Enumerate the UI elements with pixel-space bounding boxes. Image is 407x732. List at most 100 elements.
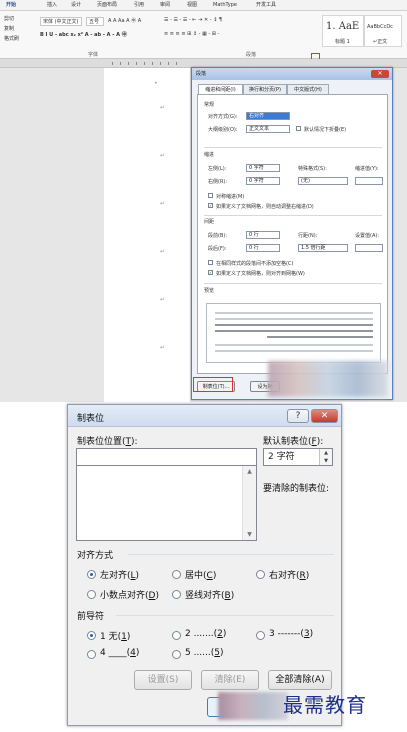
tab-references[interactable]: 引用	[134, 0, 144, 11]
paragraph-group-label: 段落	[246, 52, 257, 58]
font-style-icons[interactable]: B I U - abc x₂ x² A - ab - A - A ㊥	[40, 31, 127, 38]
tab-design[interactable]: 设计	[71, 0, 81, 11]
radio-leader-dashes[interactable]	[256, 631, 265, 640]
radio-align-decimal[interactable]	[87, 590, 96, 599]
indent-by-input[interactable]	[355, 177, 383, 185]
blurred-region	[218, 692, 288, 720]
radio-align-right[interactable]	[256, 570, 265, 579]
line-spacing-label: 行距(N):	[298, 233, 318, 239]
leader-middots-label[interactable]: 5 ......(5)	[185, 648, 224, 658]
no-space-checkbox[interactable]	[208, 260, 213, 265]
align-right-label[interactable]: 右对齐(R)	[269, 568, 309, 581]
stepper-arrows-icon[interactable]: ▲ ▼	[319, 449, 332, 465]
list-scrollbar[interactable]: ▲ ▼	[242, 466, 256, 540]
format-painter-button[interactable]: 格式刷	[4, 35, 19, 42]
font-grow-icon[interactable]: A A Aa A ㊥ A	[108, 17, 141, 24]
help-icon[interactable]: ?	[287, 409, 309, 423]
space-after-label: 段后(F):	[208, 246, 227, 252]
paragraph-mark: •	[154, 80, 158, 87]
cut-button[interactable]: 剪切	[4, 15, 14, 22]
special-indent-select[interactable]: (无)	[298, 177, 348, 185]
word-screenshot-top: 开始 插入 设计 页面布局 引用 审阅 视图 MathType 开发工具 剪切 …	[0, 0, 407, 402]
tab-developer[interactable]: 开发工具	[256, 0, 276, 11]
at-input[interactable]	[355, 244, 383, 252]
style-heading1[interactable]: 1. AaE 标题 1	[322, 15, 364, 47]
copy-button[interactable]: 复制	[4, 25, 14, 32]
alignment-label: 对齐方式(G):	[208, 114, 238, 120]
clear-button[interactable]: 清除(E)	[201, 670, 259, 690]
mirror-indent-label: 对称缩进(M)	[216, 194, 245, 200]
ribbon-tab-bar: 开始 插入 设计 页面布局 引用 审阅 视图 MathType 开发工具	[0, 0, 407, 11]
align-center-label[interactable]: 居中(C)	[185, 568, 216, 581]
close-icon[interactable]: ✕	[311, 409, 338, 423]
tab-position-label: 制表位位置(T):	[77, 437, 138, 447]
paragraph-mark: ↵	[160, 248, 166, 255]
tab-mathtype[interactable]: MathType	[213, 0, 237, 11]
indent-by-label: 缩进值(Y):	[355, 166, 379, 172]
radio-leader-underline[interactable]	[87, 650, 96, 659]
tab-layout[interactable]: 页面布局	[97, 0, 117, 11]
font-size-select[interactable]: 五号	[86, 17, 104, 26]
blurred-region	[268, 361, 388, 397]
scroll-down-icon[interactable]: ▼	[243, 531, 256, 538]
left-indent-label: 左侧(L):	[208, 166, 227, 172]
radio-align-center[interactable]	[172, 570, 181, 579]
right-indent-input[interactable]: 0 字符	[246, 177, 280, 185]
ribbon: 剪切 复制 格式刷 宋体 (中文正文) 五号 A A Aa A ㊥ A B I …	[0, 11, 407, 59]
snap-grid-checkbox[interactable]: ✓	[208, 270, 213, 275]
tab-home[interactable]: 开始	[6, 0, 16, 11]
radio-leader-middots[interactable]	[172, 650, 181, 659]
default-tab-label: 默认制表位(F):	[263, 437, 324, 447]
alignment-select[interactable]: 右对齐	[246, 112, 290, 120]
outline-level-select[interactable]: 正文文本	[246, 125, 290, 133]
paragraph-preview	[206, 303, 381, 363]
paragraph-mark: ↵	[160, 296, 166, 303]
auto-indent-label: 如果定义了文档网格，则自动调整右缩进(D)	[216, 204, 314, 210]
leader-dots-label[interactable]: 2 .......(2)	[185, 629, 226, 639]
space-before-label: 段前(B):	[208, 233, 228, 239]
tab-view[interactable]: 视图	[187, 0, 197, 11]
line-spacing-select[interactable]: 1.5 倍行距	[298, 244, 348, 252]
paragraph-mark: ↵	[160, 104, 166, 111]
outline-level-label: 大纲级别(O):	[208, 127, 238, 133]
radio-align-bar[interactable]	[172, 590, 181, 599]
tab-position-input[interactable]	[76, 448, 257, 466]
list-icons[interactable]: ☰ - ☰ - ☰ - ⇤ ⇥ ✕ - ↕ ¶	[164, 17, 222, 23]
auto-indent-checkbox[interactable]: ✓	[208, 203, 213, 208]
leader-none-label[interactable]: 1 无(1)	[100, 629, 130, 642]
default-tab-stepper[interactable]: 2 字符 ▲ ▼	[263, 448, 333, 466]
tab-position-list[interactable]: ▲ ▼	[76, 466, 257, 541]
font-name-select[interactable]: 宋体 (中文正文)	[40, 17, 82, 26]
leader-section-label: 前导符	[77, 612, 105, 622]
radio-leader-dots[interactable]	[172, 631, 181, 640]
align-left-label[interactable]: 左对齐(L)	[100, 568, 139, 581]
clear-all-button[interactable]: 全部清除(A)	[268, 670, 332, 690]
no-space-label: 在相同样式的段落间不添加空格(C)	[216, 261, 294, 267]
preview-section-label: 预览	[204, 288, 215, 294]
mirror-indent-checkbox[interactable]	[208, 193, 213, 198]
snap-grid-label: 如果定义了文档网格，则对齐到网格(W)	[216, 271, 305, 277]
radio-leader-none[interactable]	[87, 631, 96, 640]
paragraph-panel: 常规 对齐方式(G): 右对齐 大纲级别(O): 正文文本 默认情况下折叠(E)…	[197, 94, 388, 374]
tab-review[interactable]: 审阅	[160, 0, 170, 11]
leader-dashes-label[interactable]: 3 -------(3)	[269, 629, 313, 639]
leader-underline-label[interactable]: 4 ____(4)	[100, 648, 139, 658]
align-bar-label[interactable]: 竖线对齐(B)	[185, 588, 234, 601]
set-button[interactable]: 设置(S)	[134, 670, 192, 690]
left-indent-input[interactable]: 0 字符	[246, 164, 280, 172]
spacing-section-label: 间距	[204, 219, 215, 225]
paragraph-dialog: 段落 ✕ 缩进和间距(I) 换行和分页(P) 中文版式(H) 常规 对齐方式(G…	[191, 67, 393, 400]
tab-insert[interactable]: 插入	[47, 0, 57, 11]
document-page[interactable]: • ↵ ↵ ↵ ↵ ↵ ↵	[104, 68, 190, 402]
special-indent-label: 特殊格式(S):	[298, 166, 327, 172]
space-after-input[interactable]: 0 行	[246, 244, 280, 252]
collapsed-checkbox[interactable]	[296, 126, 301, 131]
close-icon[interactable]: ✕	[371, 70, 389, 78]
scroll-up-icon[interactable]: ▲	[243, 468, 256, 475]
align-decimal-label[interactable]: 小数点对齐(D)	[100, 588, 159, 601]
paragraph-mark: ↵	[160, 200, 166, 207]
space-before-input[interactable]: 0 行	[246, 231, 280, 239]
alignment-icons[interactable]: ≡ ≡ ≡ ≡ ⊞ ↕ - ▦ - ⊞ -	[164, 31, 219, 37]
radio-align-left[interactable]	[87, 570, 96, 579]
style-normal[interactable]: AaBbCcDc ↵正文	[364, 15, 402, 47]
